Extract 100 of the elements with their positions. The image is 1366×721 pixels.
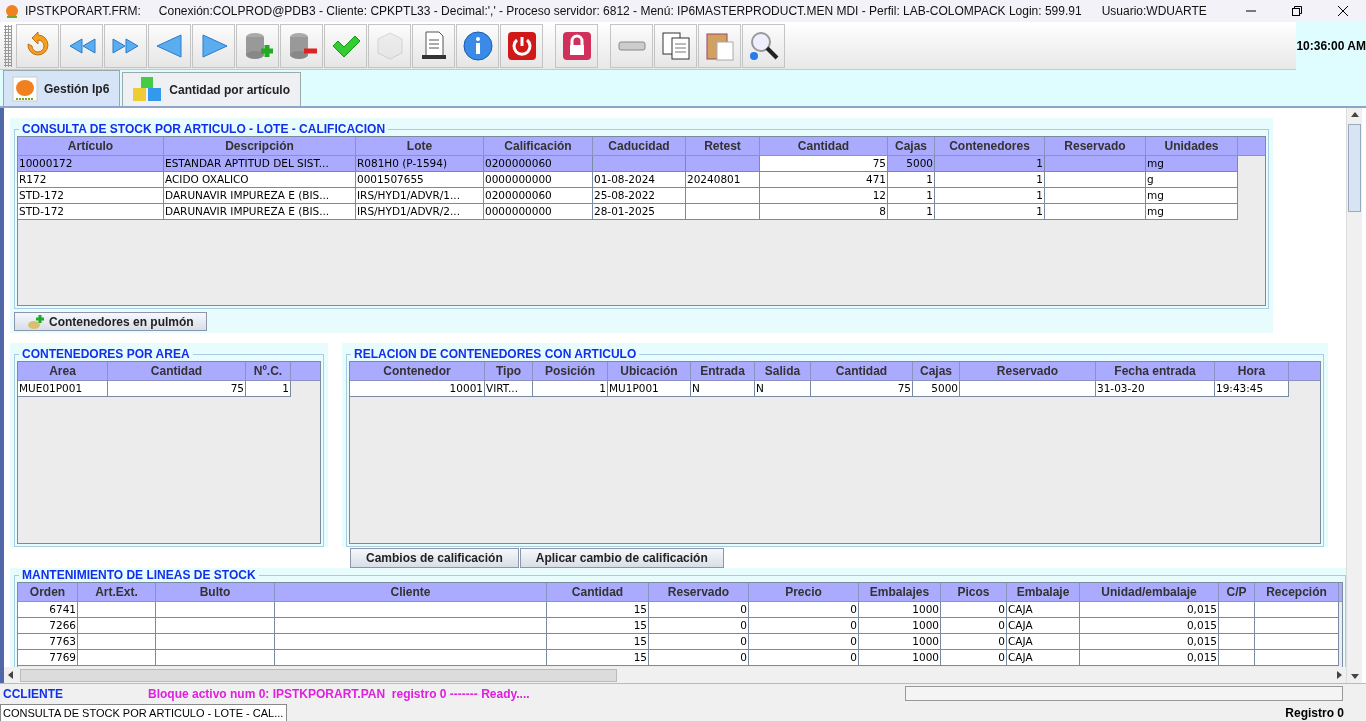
- table-cell[interactable]: [1255, 618, 1339, 634]
- column-header[interactable]: Cliente: [275, 583, 547, 602]
- table-cell[interactable]: 15: [547, 602, 649, 618]
- table-cell[interactable]: 7266: [18, 618, 78, 634]
- table-cell[interactable]: [1045, 204, 1146, 220]
- column-header[interactable]: Caducidad: [593, 137, 686, 156]
- table-cell[interactable]: R081H0 (P-1594): [356, 156, 484, 172]
- table-cell[interactable]: N: [755, 381, 811, 397]
- table-cell[interactable]: [1219, 618, 1255, 634]
- table-cell[interactable]: CAJA: [1007, 602, 1080, 618]
- table-cell[interactable]: [156, 618, 275, 634]
- table-cell[interactable]: 0: [749, 634, 859, 650]
- table-cell[interactable]: ACIDO OXALICO: [164, 172, 356, 188]
- table-cell[interactable]: 471: [760, 172, 888, 188]
- table-cell[interactable]: 5000: [888, 156, 935, 172]
- table-cell[interactable]: 0: [749, 602, 859, 618]
- table-cell[interactable]: 0: [749, 650, 859, 666]
- table-cell[interactable]: mg: [1146, 188, 1238, 204]
- table-cell[interactable]: [1045, 188, 1146, 204]
- table-cell[interactable]: 0: [649, 634, 749, 650]
- table-cell[interactable]: 7769: [18, 650, 78, 666]
- column-header[interactable]: Orden: [18, 583, 78, 602]
- table-cell[interactable]: MUE01P001: [18, 381, 108, 397]
- column-header[interactable]: Precio: [749, 583, 859, 602]
- table-cell[interactable]: CAJA: [1007, 634, 1080, 650]
- table-cell[interactable]: 7763: [18, 634, 78, 650]
- table-cell[interactable]: 12: [760, 188, 888, 204]
- table-cell[interactable]: STD-172: [18, 204, 164, 220]
- table-cell[interactable]: STD-172: [18, 188, 164, 204]
- column-header[interactable]: Fecha entrada: [1096, 362, 1215, 381]
- table-cell[interactable]: 0,015: [1080, 650, 1219, 666]
- column-header[interactable]: Cantidad: [547, 583, 649, 602]
- table-cell[interactable]: [156, 634, 275, 650]
- column-header[interactable]: Embalajes: [859, 583, 941, 602]
- action-button[interactable]: Aplicar cambio de calificación: [519, 548, 724, 568]
- table-cell[interactable]: 1: [888, 172, 935, 188]
- table-cell[interactable]: 75: [811, 381, 913, 397]
- table-cell[interactable]: 31-03-20: [1096, 381, 1215, 397]
- column-header[interactable]: Picos: [941, 583, 1007, 602]
- column-header[interactable]: Unidades: [1146, 137, 1238, 156]
- table-cell[interactable]: [275, 618, 547, 634]
- column-header[interactable]: Ubicación: [608, 362, 691, 381]
- column-header[interactable]: Retest: [686, 137, 760, 156]
- table-cell[interactable]: 0: [749, 618, 859, 634]
- table-cell[interactable]: [1255, 650, 1339, 666]
- table-cell[interactable]: 6741: [18, 602, 78, 618]
- table-cell[interactable]: 1: [533, 381, 608, 397]
- table-cell[interactable]: [686, 204, 760, 220]
- table-cell[interactable]: 10000172: [18, 156, 164, 172]
- window-tab[interactable]: CONSULTA DE STOCK POR ARTICULO - LOTE - CAL...: [0, 704, 288, 721]
- table-cell[interactable]: VIRT...: [485, 381, 533, 397]
- table-cell[interactable]: 75: [108, 381, 246, 397]
- table-cell[interactable]: N: [691, 381, 755, 397]
- column-header[interactable]: C/P: [1219, 583, 1255, 602]
- column-header[interactable]: Descripción: [164, 137, 356, 156]
- tab[interactable]: Cantidad por artículo: [122, 72, 302, 106]
- table-cell[interactable]: 0,015: [1080, 602, 1219, 618]
- scrollbar-thumb[interactable]: [20, 668, 617, 682]
- table-cell[interactable]: 1: [888, 188, 935, 204]
- column-header[interactable]: Entrada: [691, 362, 755, 381]
- table-cell[interactable]: 5000: [913, 381, 960, 397]
- column-header[interactable]: Cajas: [913, 362, 960, 381]
- scrollbar-thumb[interactable]: [1348, 124, 1361, 212]
- table-cell[interactable]: IRS/HYD1/ADVR/1...: [356, 188, 484, 204]
- table-cell[interactable]: 0: [941, 634, 1007, 650]
- table-cell[interactable]: 1: [935, 188, 1045, 204]
- toolbar-grip[interactable]: [4, 24, 12, 67]
- table-cell[interactable]: [275, 634, 547, 650]
- table-cell[interactable]: 28-01-2025: [593, 204, 686, 220]
- table-cell[interactable]: [156, 602, 275, 618]
- column-header[interactable]: Cajas: [888, 137, 935, 156]
- column-header[interactable]: Embalaje: [1007, 583, 1080, 602]
- table-cell[interactable]: 15: [547, 650, 649, 666]
- table-cell[interactable]: [1045, 156, 1146, 172]
- containers-button[interactable]: Contenedores en pulmón: [14, 312, 207, 331]
- column-header[interactable]: Recepción: [1255, 583, 1339, 602]
- table-cell[interactable]: g: [1146, 172, 1238, 188]
- column-header[interactable]: Art.Ext.: [78, 583, 156, 602]
- action-button[interactable]: Cambios de calificación: [350, 548, 519, 568]
- column-header[interactable]: Artículo: [18, 137, 164, 156]
- table-cell[interactable]: 0200000060: [484, 188, 593, 204]
- table-cell[interactable]: CAJA: [1007, 618, 1080, 634]
- column-header[interactable]: Reservado: [960, 362, 1096, 381]
- column-header[interactable]: Salida: [755, 362, 811, 381]
- table-cell[interactable]: 1000: [859, 634, 941, 650]
- column-header[interactable]: Calificación: [484, 137, 593, 156]
- table-cell[interactable]: DARUNAVIR IMPUREZA E (BIS...: [164, 204, 356, 220]
- table-cell[interactable]: 1000: [859, 618, 941, 634]
- table-cell[interactable]: [1219, 634, 1255, 650]
- table-cell[interactable]: 1000: [859, 602, 941, 618]
- table-cell[interactable]: [275, 650, 547, 666]
- table-cell[interactable]: 1: [888, 204, 935, 220]
- table-cell[interactable]: 0,015: [1080, 634, 1219, 650]
- table-cell[interactable]: [960, 381, 1096, 397]
- column-header[interactable]: Nº.C.: [246, 362, 291, 381]
- column-header[interactable]: Bulto: [156, 583, 275, 602]
- table-cell[interactable]: [1255, 602, 1339, 618]
- column-header[interactable]: Tipo: [485, 362, 533, 381]
- cell-editor[interactable]: 75: [760, 156, 888, 172]
- table-cell[interactable]: 19:43:45: [1215, 381, 1289, 397]
